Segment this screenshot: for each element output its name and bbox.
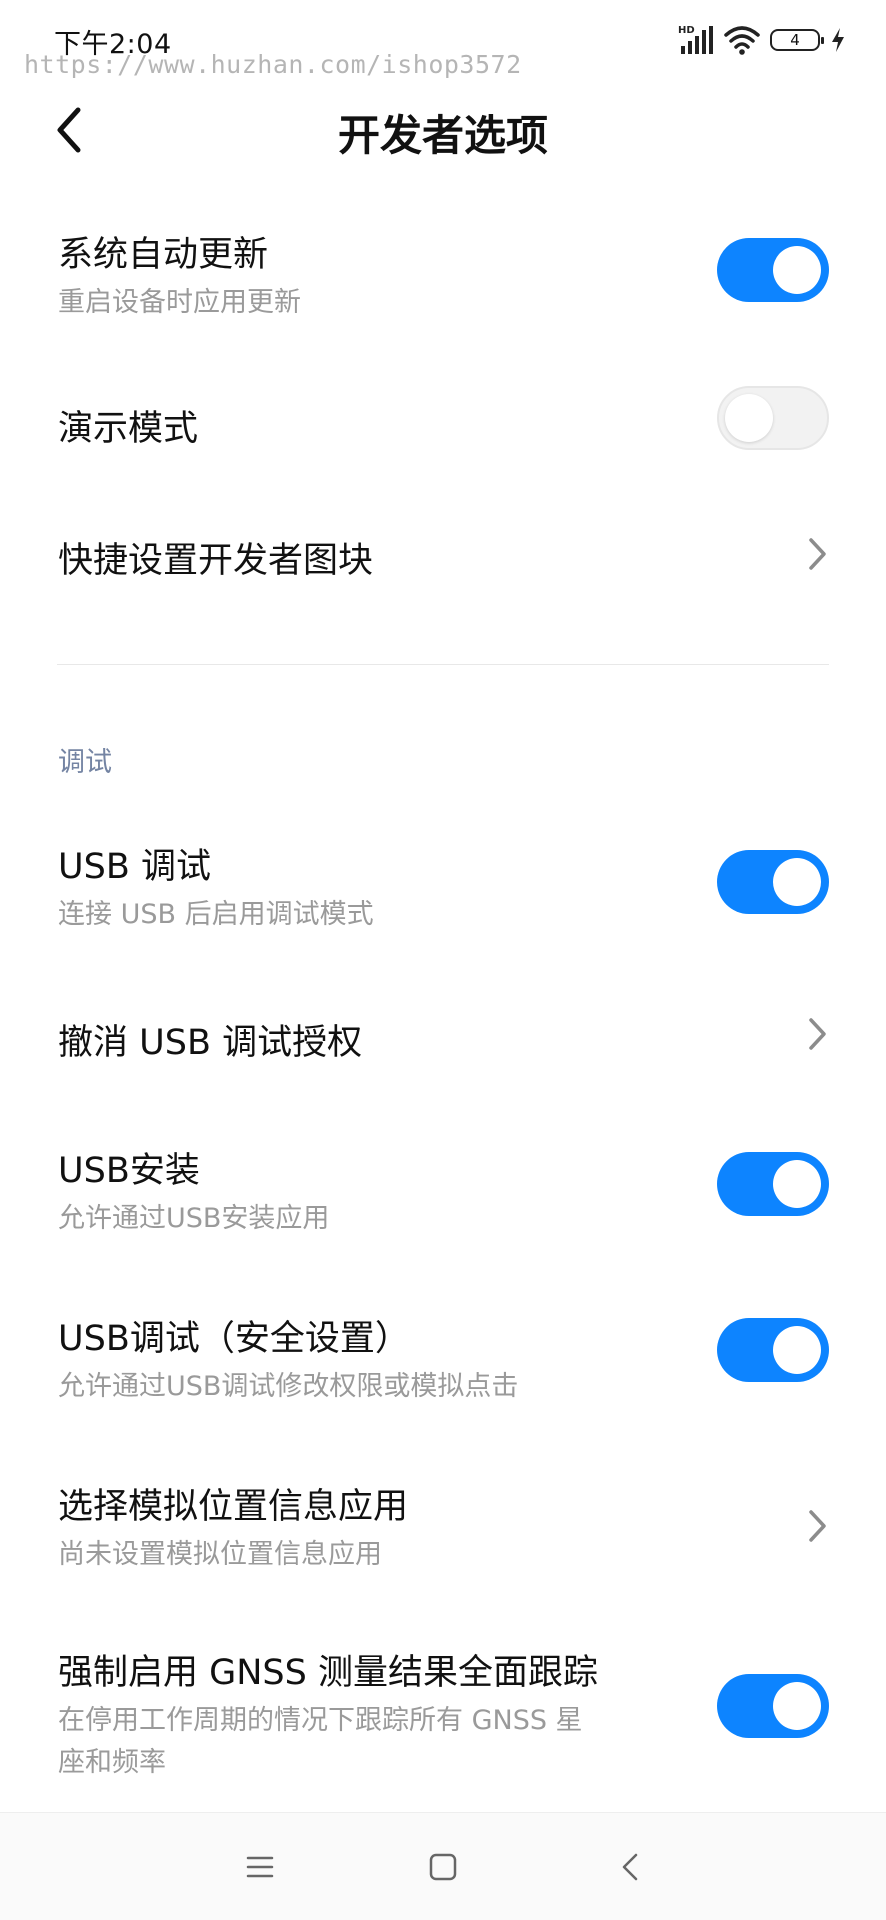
usb-debug-security-toggle[interactable] bbox=[717, 1318, 829, 1382]
setting-subtitle: 允许通过USB安装应用 bbox=[58, 1203, 330, 1234]
navigation-bar bbox=[0, 1812, 886, 1920]
setting-usb-debug-security[interactable]: USB调试（安全设置） 允许通过USB调试修改权限或模拟点击 bbox=[0, 1280, 886, 1420]
setting-title: 系统自动更新 bbox=[58, 235, 269, 275]
watermark-text: https://www.huzhan.com/ishop3572 bbox=[24, 50, 522, 79]
setting-subtitle: 允许通过USB调试修改权限或模拟点击 bbox=[58, 1371, 519, 1402]
usb-install-toggle[interactable] bbox=[717, 1152, 829, 1216]
setting-title: 强制启用 GNSS 测量结果全面跟踪 bbox=[58, 1653, 598, 1693]
toggle-knob bbox=[773, 246, 821, 294]
setting-title: 选择模拟位置信息应用 bbox=[58, 1487, 409, 1527]
setting-subtitle: 在停用工作周期的情况下跟踪所有 GNSS 星 bbox=[58, 1705, 583, 1736]
setting-demo-mode[interactable]: 演示模式 bbox=[0, 360, 886, 480]
toggle-knob bbox=[773, 1326, 821, 1374]
chevron-right-icon bbox=[809, 1510, 826, 1542]
toggle-knob bbox=[773, 1682, 821, 1730]
setting-subtitle: 连接 USB 后启用调试模式 bbox=[58, 899, 374, 930]
setting-title: 撤消 USB 调试授权 bbox=[58, 1023, 363, 1063]
setting-usb-debugging[interactable]: USB 调试 连接 USB 后启用调试模式 bbox=[0, 812, 886, 952]
header: 开发者选项 bbox=[0, 80, 886, 180]
setting-title: 演示模式 bbox=[58, 409, 199, 449]
chevron-right-icon bbox=[809, 1018, 826, 1050]
setting-usb-install[interactable]: USB安装 允许通过USB安装应用 bbox=[0, 1112, 886, 1252]
section-header-debug: 调试 bbox=[58, 747, 112, 778]
auto-update-toggle[interactable] bbox=[717, 238, 829, 302]
menu-icon bbox=[246, 1856, 274, 1878]
status-bar: 下午2:04 https://www.huzhan.com/ishop3572 … bbox=[0, 0, 886, 80]
nav-menu-button[interactable] bbox=[236, 1843, 284, 1891]
signal-icon: HD bbox=[678, 25, 713, 54]
setting-title: USB调试（安全设置） bbox=[58, 1319, 410, 1359]
toggle-knob bbox=[725, 394, 773, 442]
battery-icon: 4 bbox=[770, 29, 824, 51]
setting-title: 快捷设置开发者图块 bbox=[58, 541, 374, 581]
toggle-knob bbox=[773, 1160, 821, 1208]
triangle-back-icon bbox=[622, 1853, 638, 1881]
setting-title: USB 调试 bbox=[58, 847, 211, 887]
square-home-icon bbox=[429, 1853, 457, 1881]
setting-subtitle: 重启设备时应用更新 bbox=[58, 287, 301, 318]
setting-title: USB安装 bbox=[58, 1151, 200, 1191]
nav-home-button[interactable] bbox=[419, 1843, 467, 1891]
section-divider bbox=[57, 664, 829, 665]
setting-revoke-usb-auth[interactable]: 撤消 USB 调试授权 bbox=[0, 980, 886, 1090]
setting-auto-update[interactable]: 系统自动更新 重启设备时应用更新 bbox=[0, 200, 886, 340]
setting-subtitle-continued: 座和频率 bbox=[58, 1747, 166, 1778]
demo-mode-toggle[interactable] bbox=[717, 386, 829, 450]
chevron-right-icon bbox=[809, 538, 826, 570]
setting-subtitle: 尚未设置模拟位置信息应用 bbox=[58, 1539, 382, 1570]
nav-back-button[interactable] bbox=[606, 1843, 654, 1891]
signal-badge: HD bbox=[678, 25, 695, 36]
charging-icon bbox=[832, 28, 844, 52]
status-icons: HD 4 bbox=[678, 22, 846, 58]
gnss-tracking-toggle[interactable] bbox=[717, 1674, 829, 1738]
setting-gnss-tracking[interactable]: 强制启用 GNSS 测量结果全面跟踪 在停用工作周期的情况下跟踪所有 GNSS … bbox=[0, 1616, 886, 1796]
wifi-icon bbox=[724, 26, 760, 55]
toggle-knob bbox=[773, 858, 821, 906]
page-title: 开发者选项 bbox=[337, 111, 548, 160]
setting-quick-tiles[interactable]: 快捷设置开发者图块 bbox=[0, 500, 886, 610]
setting-mock-location[interactable]: 选择模拟位置信息应用 尚未设置模拟位置信息应用 bbox=[0, 1448, 886, 1588]
usb-debugging-toggle[interactable] bbox=[717, 850, 829, 914]
battery-level: 4 bbox=[790, 31, 800, 49]
developer-options-screen: 下午2:04 https://www.huzhan.com/ishop3572 … bbox=[0, 0, 886, 1920]
